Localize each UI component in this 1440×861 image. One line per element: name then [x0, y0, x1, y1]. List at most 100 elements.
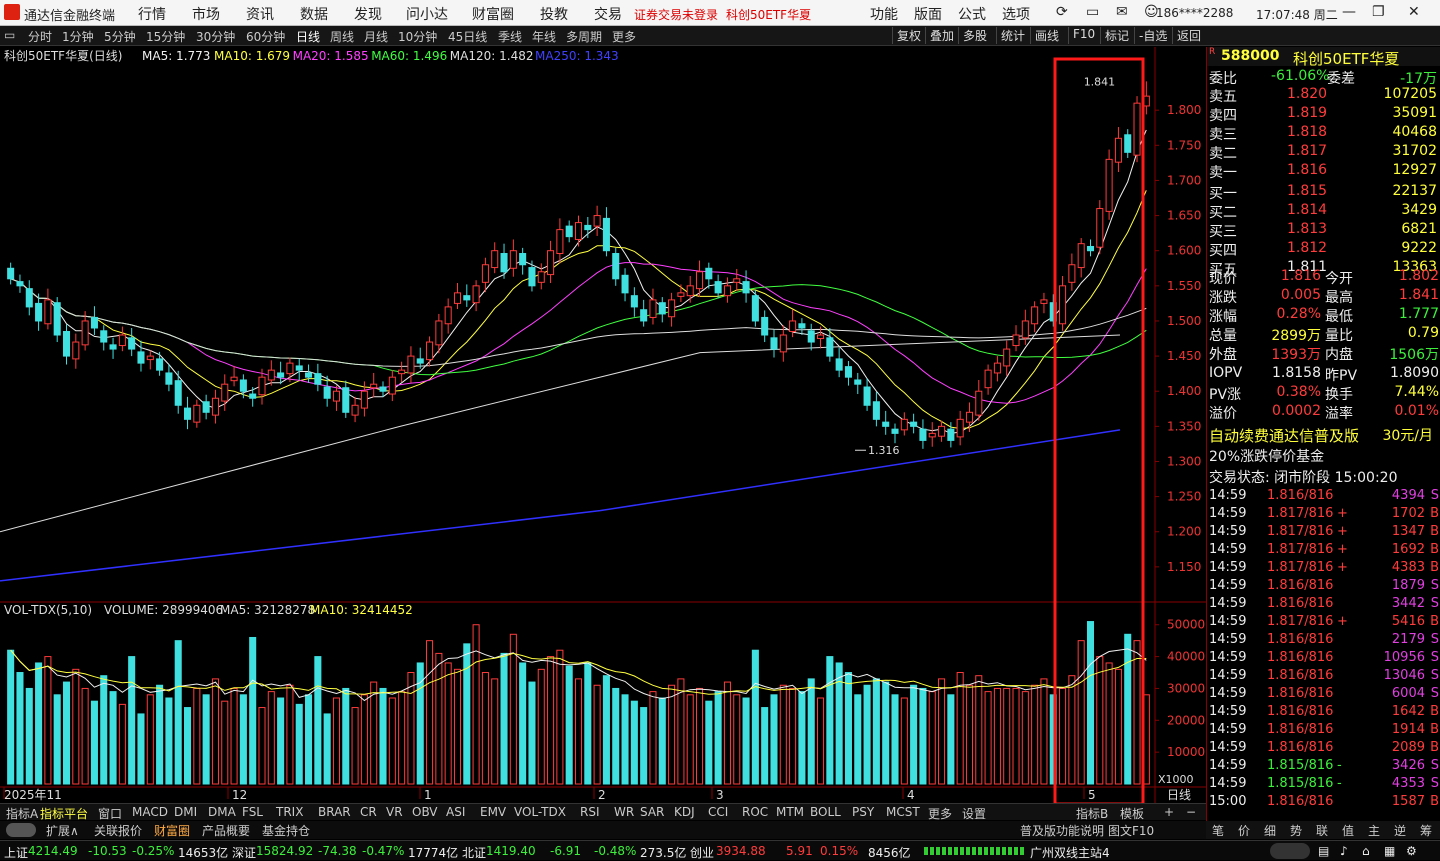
- period-3[interactable]: 15分钟: [146, 28, 185, 45]
- kline-chart[interactable]: 科创50ETF华夏(日线) MA5: 1.773 MA10: 1.679 MA20: …: [0, 47, 1206, 803]
- period-4[interactable]: 30分钟: [196, 28, 235, 45]
- right-tab-5[interactable]: 值: [1342, 822, 1354, 839]
- period-0[interactable]: 分时: [28, 28, 52, 45]
- minimize-icon[interactable]: —: [1342, 4, 1356, 20]
- trade-notice[interactable]: 证券交易未登录: [634, 6, 718, 23]
- menu-markets[interactable]: 市场: [192, 4, 220, 24]
- watchlist-button[interactable]: -自选: [1134, 27, 1171, 44]
- right-tab-3[interactable]: 势: [1290, 822, 1302, 839]
- multi-stock-button[interactable]: 多股: [958, 27, 991, 44]
- sz-index[interactable]: 15824.92: [256, 844, 313, 858]
- draw-button[interactable]: 画线: [1030, 27, 1063, 44]
- bid-row[interactable]: 买四 1.812 9222: [1207, 239, 1440, 259]
- indicator-tab-18[interactable]: KDJ: [674, 805, 695, 819]
- ask-row[interactable]: 卖五 1.820 107205: [1207, 85, 1440, 105]
- indicator-tab-3[interactable]: MACD: [132, 805, 168, 819]
- right-tab-4[interactable]: 联: [1316, 822, 1328, 839]
- period-12[interactable]: 年线: [532, 28, 556, 45]
- right-tab-1[interactable]: 价: [1238, 822, 1250, 839]
- bottom-tab-0[interactable]: 扩展∧: [46, 822, 79, 839]
- adjust-button[interactable]: 复权: [892, 27, 925, 44]
- menu-news[interactable]: 资讯: [246, 4, 274, 24]
- mail-icon[interactable]: ✉: [1116, 4, 1128, 20]
- indicator-tab-22[interactable]: BOLL: [810, 805, 841, 819]
- indicator-tab-17[interactable]: SAR: [640, 805, 664, 819]
- period-6[interactable]: 日线: [296, 28, 320, 45]
- menu-data[interactable]: 数据: [300, 4, 328, 24]
- ask-row[interactable]: 卖四 1.819 35091: [1207, 104, 1440, 124]
- stats-button[interactable]: 统计: [996, 27, 1029, 44]
- right-tab-2[interactable]: 细: [1264, 822, 1276, 839]
- chart-icon[interactable]: ▤: [1318, 844, 1329, 858]
- menu-wealth[interactable]: 财富圈: [472, 4, 514, 24]
- indicator-tab-26[interactable]: 设置: [962, 805, 986, 822]
- server-name[interactable]: 广州双线主站4: [1030, 844, 1110, 861]
- bid-row[interactable]: 买一 1.815 22137: [1207, 182, 1440, 202]
- period-13[interactable]: 多周期: [566, 28, 602, 45]
- menu-function[interactable]: 功能: [870, 4, 898, 24]
- bid-row[interactable]: 买三 1.813 6821: [1207, 220, 1440, 240]
- toggle-icon[interactable]: [6, 823, 36, 837]
- indicator-tab-16[interactable]: WR: [614, 805, 634, 819]
- menu-ask[interactable]: 问小达: [406, 4, 448, 24]
- maximize-icon[interactable]: ❐: [1372, 4, 1385, 20]
- indicator-tab-21[interactable]: MTM: [776, 805, 804, 819]
- cy-index[interactable]: 3934.88: [716, 844, 766, 858]
- bottom-tab-2[interactable]: 财富圈: [154, 822, 190, 839]
- period-5[interactable]: 60分钟: [246, 28, 285, 45]
- menu-discover[interactable]: 发现: [354, 4, 382, 24]
- promo-row[interactable]: 自动续费通达信普及版 30元/月: [1207, 424, 1440, 446]
- menu-trade[interactable]: 交易: [594, 4, 622, 24]
- right-tab-6[interactable]: 主: [1368, 822, 1380, 839]
- promo-price[interactable]: 30元/月: [1382, 425, 1433, 445]
- ask-row[interactable]: 卖二 1.817 31702: [1207, 142, 1440, 162]
- ask-row[interactable]: 卖三 1.818 40468: [1207, 123, 1440, 143]
- bottom-tab-4[interactable]: 基金持仓: [262, 822, 310, 839]
- period-8[interactable]: 月线: [364, 28, 388, 45]
- menu-options[interactable]: 选项: [1002, 4, 1030, 24]
- indicator-tab-15[interactable]: RSI: [580, 805, 600, 819]
- indicator-tab-0[interactable]: 指标A: [6, 805, 38, 822]
- indicator-tab-2[interactable]: 窗口: [98, 805, 122, 822]
- indicator-tab-20[interactable]: ROC: [742, 805, 768, 819]
- close-icon[interactable]: ✕: [1408, 4, 1420, 20]
- period-1[interactable]: 1分钟: [62, 28, 94, 45]
- promo-text[interactable]: 自动续费通达信普及版: [1209, 425, 1359, 446]
- mark-button[interactable]: 标记: [1100, 27, 1133, 44]
- collapse-icon[interactable]: ▭: [4, 28, 15, 42]
- indicator-tab-8[interactable]: BRAR: [318, 805, 351, 819]
- window-icon[interactable]: ▭: [1086, 4, 1099, 20]
- period-7[interactable]: 周线: [330, 28, 354, 45]
- period-11[interactable]: 季线: [498, 28, 522, 45]
- right-tab-0[interactable]: 笔: [1212, 822, 1224, 839]
- indicator-tab-14[interactable]: VOL-TDX: [514, 805, 566, 819]
- right-tab-8[interactable]: 筹: [1420, 822, 1432, 839]
- bottom-tab-3[interactable]: 产品概要: [202, 822, 250, 839]
- indicator-tab-7[interactable]: TRIX: [276, 805, 303, 819]
- indicator-tab-24[interactable]: MCST: [886, 805, 920, 819]
- indicator-tab-6[interactable]: FSL: [242, 805, 263, 819]
- indicator-tab-9[interactable]: CR: [360, 805, 377, 819]
- help-link[interactable]: 普及版功能说明: [1020, 822, 1104, 839]
- menu-market[interactable]: 行情: [138, 4, 166, 24]
- sh-index[interactable]: 4214.49: [28, 844, 78, 858]
- bz-index[interactable]: 1419.40: [486, 844, 536, 858]
- period-10[interactable]: 45日线: [448, 28, 487, 45]
- menu-layout[interactable]: 版面: [914, 4, 942, 24]
- f10-link[interactable]: 图文F10: [1108, 822, 1154, 839]
- indicator-tab-13[interactable]: EMV: [480, 805, 506, 819]
- grid-icon[interactable]: ▦: [1384, 844, 1395, 858]
- period-2[interactable]: 5分钟: [104, 28, 136, 45]
- period-9[interactable]: 10分钟: [398, 28, 437, 45]
- bottom-tab-1[interactable]: 关联报价: [94, 822, 142, 839]
- menu-edu[interactable]: 投教: [540, 4, 568, 24]
- bid-row[interactable]: 买二 1.814 3429: [1207, 201, 1440, 221]
- refresh-icon[interactable]: ⟳: [1056, 4, 1068, 20]
- template-button[interactable]: 模板: [1120, 805, 1144, 822]
- indicator-b-button[interactable]: 指标B: [1076, 805, 1108, 822]
- overlay-button[interactable]: 叠加: [925, 27, 958, 44]
- indicator-tab-23[interactable]: PSY: [852, 805, 874, 819]
- settings-icon[interactable]: ⚙: [1406, 844, 1417, 858]
- pin-icon[interactable]: ⌂: [1362, 844, 1370, 858]
- period-14[interactable]: 更多: [612, 28, 636, 45]
